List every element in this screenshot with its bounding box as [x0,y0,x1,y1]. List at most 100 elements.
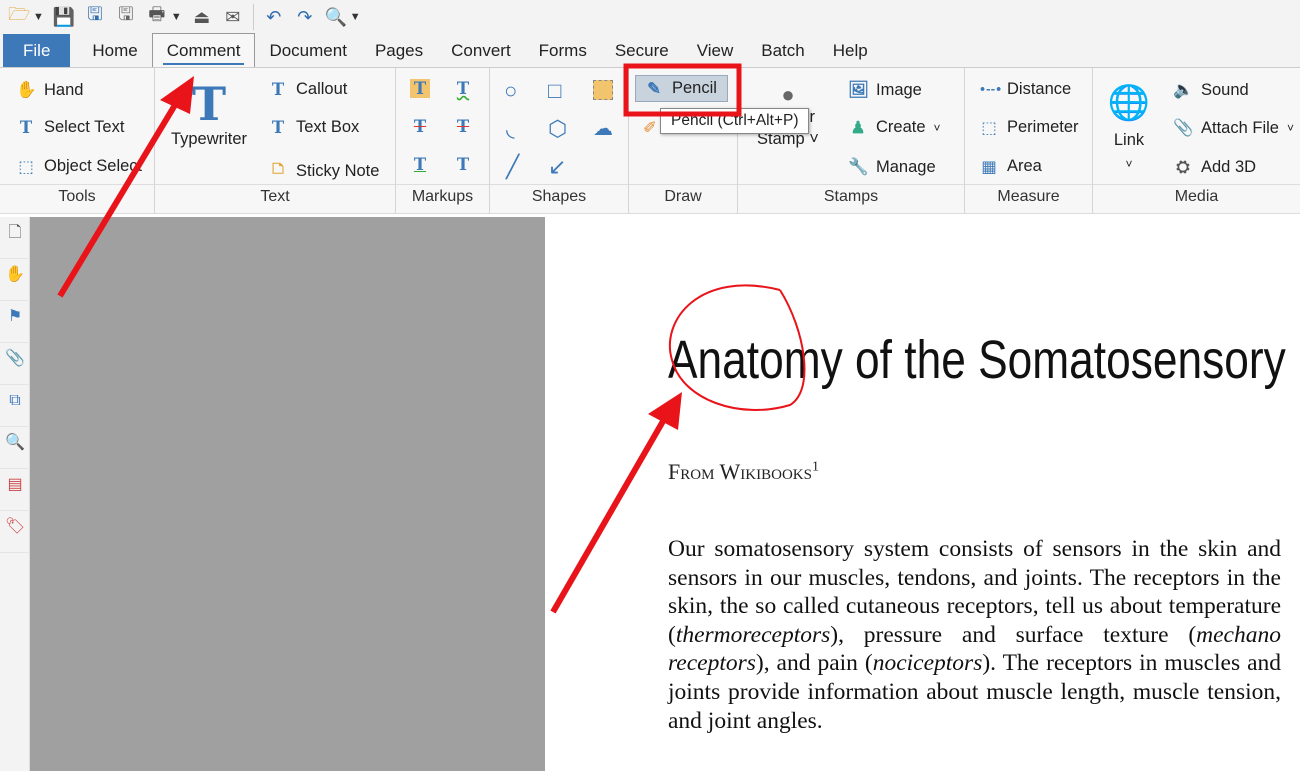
typewriter-button[interactable]: T Typewriter [167,78,251,149]
manage-button[interactable]: 🔧 Manage [848,157,936,177]
area-icon: ▦ [981,157,997,176]
find-icon[interactable]: 🔍 [325,7,347,28]
add-3d-button[interactable]: ⛭ Add 3D [1173,157,1256,177]
strikeout-button[interactable]: T [410,117,430,136]
document-paragraph: Our somatosensory system consists of sen… [668,535,1281,735]
image-icon: 🖼 [848,80,869,99]
scan-icon[interactable]: ⏏ [191,7,213,28]
cloud-icon[interactable]: ☁ [593,116,613,141]
label: Add 3D [1201,157,1257,176]
wrench-icon: 🔧 [848,157,869,176]
document-canvas-background [30,217,545,771]
search-results-icon[interactable]: 🔍 [0,427,30,469]
tab-batch[interactable]: Batch [747,34,818,67]
divider [252,4,254,30]
distance-button[interactable]: •--• Distance [979,80,1071,99]
squiggly-button[interactable]: T [453,79,473,98]
undo-icon[interactable]: ↶ [263,7,285,28]
text-box-icon: T [271,118,285,137]
redo-icon[interactable]: ↷ [294,7,316,28]
document-page[interactable]: Anatomy of the Somatosensory System From… [545,217,1300,771]
sticky-note-button[interactable]: 🗅 Sticky Note [268,157,379,185]
group-stamps: ●RubberStamp ˅ 🖼Image ♟Create˅ 🔧Manage S… [738,68,965,214]
save-all-icon[interactable]: 🖫 [115,2,137,32]
chevron-down-icon[interactable]: ▼ [33,11,44,23]
label: Sound [1201,80,1249,99]
rectangle-icon[interactable]: □ [548,78,561,104]
eraser-icon[interactable]: ✐ [643,118,657,138]
oval-icon[interactable]: ○ [504,78,517,104]
globe-link-icon: 🌐 [1107,84,1151,122]
paperclip-icon: 📎 [1173,118,1194,137]
label: Create [876,118,926,136]
tab-secure[interactable]: Secure [601,34,683,67]
tab-document[interactable]: Document [255,34,360,67]
select-text-button[interactable]: T Select Text [16,118,125,137]
line-icon[interactable]: ╱ [506,154,519,180]
image-button[interactable]: 🖼 Image [848,80,922,100]
group-label: Stamps [738,184,964,210]
link-button[interactable]: 🌐 Link ˅ [1099,78,1159,176]
chevron-down-icon: ˅ [1125,157,1133,171]
tab-convert[interactable]: Convert [437,34,525,67]
print-icon[interactable]: 🖶 [146,2,168,32]
insert-text-icon: T [456,155,470,174]
label: Area [1007,157,1042,175]
pdf-layers-icon[interactable]: ▤ [0,469,30,511]
replace-text-button[interactable]: T [453,117,473,136]
page-thumbnails-icon[interactable]: 🗋 [0,217,30,259]
bookmarks-icon[interactable]: ⚑ [0,301,30,343]
chevron-down-icon[interactable]: ▼ [171,11,182,23]
signatures-icon[interactable]: ✋ [0,259,30,301]
group-label: Draw [629,184,737,210]
label: Hand [44,80,84,99]
chevron-down-icon[interactable]: ▼ [350,11,361,23]
hand-icon: ✋ [16,80,37,99]
email-icon[interactable]: ✉ [222,7,244,28]
attachments-icon[interactable]: 📎 [0,343,30,385]
attach-file-button[interactable]: 📎 Attach File ˅ [1173,118,1294,138]
perimeter-icon: ⬚ [981,118,997,137]
group-draw: ✎ Pencil ✐ Draw [629,68,738,214]
save-icon[interactable]: 💾 [53,7,75,28]
tab-comment[interactable]: Comment [151,33,256,67]
tab-view[interactable]: View [683,34,748,67]
chevron-down-icon: ˅ [933,120,941,135]
label: Object Select [44,157,143,175]
callout-button[interactable]: T Callout [268,80,348,99]
open-icon[interactable]: 🗁 [8,2,30,32]
label: Sticky Note [296,161,380,180]
save-as-icon[interactable]: 🖫 [84,2,106,32]
arrow-icon[interactable]: ↙ [548,154,566,180]
squiggly-icon: T [456,79,470,98]
polygon-icon[interactable]: ⬡ [548,116,567,142]
hand-button[interactable]: ✋ Hand [16,80,83,100]
highlight-button[interactable]: T [410,79,430,98]
tab-home[interactable]: Home [78,34,151,67]
underline-button[interactable]: T [410,155,430,174]
label: Perimeter [1007,118,1079,136]
pencil-button[interactable]: ✎ Pencil [635,75,728,102]
ribbon-tabs: File Home Comment Document Pages Convert… [0,33,1300,68]
tab-pages[interactable]: Pages [361,34,437,67]
create-button[interactable]: ♟ Create ˅ [848,118,941,137]
area-highlight-icon[interactable] [593,80,613,100]
document-subtitle: From Wikibooks1 [668,459,819,485]
object-select-icon: ⬚ [18,157,34,176]
text-box-button[interactable]: T Text Box [268,118,359,137]
tags-icon[interactable]: 🏷 [0,511,30,553]
label: Link [1113,131,1145,149]
tab-file[interactable]: File [3,34,71,67]
sound-button[interactable]: 🔈 Sound [1173,80,1249,100]
tab-forms[interactable]: Forms [525,34,601,67]
arc-icon[interactable]: ◟ [506,116,515,142]
insert-text-button[interactable]: T [453,155,473,174]
perimeter-button[interactable]: ⬚ Perimeter [979,118,1079,137]
group-text: T Typewriter T Callout T Text Box 🗅 Sticky N… [155,68,396,214]
pages-icon[interactable]: ⧉ [0,385,30,427]
tab-help[interactable]: Help [819,34,882,67]
object-select-button[interactable]: ⬚ Object Select [16,157,142,176]
pencil-tooltip: Pencil (Ctrl+Alt+P) [660,108,810,134]
label: Typewriter [170,130,248,148]
area-button[interactable]: ▦ Area [979,157,1042,176]
